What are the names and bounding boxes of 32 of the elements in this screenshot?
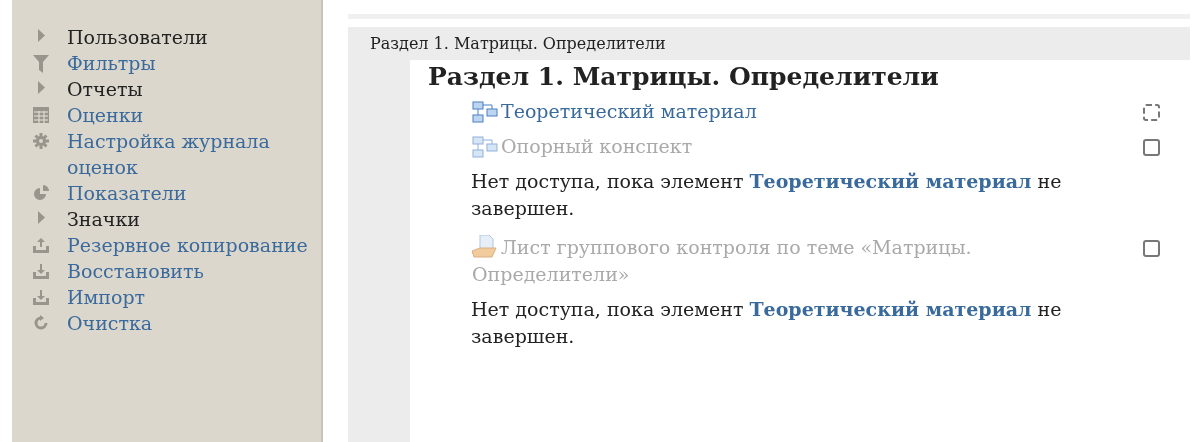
download-icon xyxy=(33,289,49,305)
document-tray-icon xyxy=(472,235,498,259)
sidebar-link[interactable]: Показатели xyxy=(67,180,317,206)
activity-link[interactable]: Опорный конспект xyxy=(428,133,693,160)
hierarchy-icon xyxy=(472,101,498,123)
completion-checkbox[interactable] xyxy=(1143,240,1160,257)
sidebar-link[interactable]: Фильтры xyxy=(67,50,317,76)
section-title: Раздел 1. Матрицы. Определители xyxy=(428,62,940,92)
hierarchy-icon xyxy=(472,136,498,158)
gear-icon xyxy=(33,133,49,149)
pie-chart-icon xyxy=(33,185,49,201)
sidebar-link[interactable]: Отчеты xyxy=(67,76,317,102)
restriction-message: Нет доступа, пока элемент Теоретический материал не завершен. xyxy=(471,169,1063,221)
restriction-message: Нет доступа, пока элемент Теоретический материал не завершен. xyxy=(471,297,1063,349)
activity-link[interactable]: Теоретический материал xyxy=(428,98,757,125)
sidebar-link[interactable]: Резервное копирование xyxy=(67,232,317,258)
activity-link[interactable]: Лист группового контроля по теме «Матрицы. Определители» xyxy=(428,234,1017,288)
sidebar-link[interactable]: Импорт xyxy=(67,284,317,310)
sidebar-link[interactable]: Оценки xyxy=(67,102,317,128)
download-icon xyxy=(33,263,49,279)
section-breadcrumb: Раздел 1. Матрицы. Определители xyxy=(369,33,667,55)
completion-checkbox[interactable] xyxy=(1143,139,1160,156)
upload-icon xyxy=(33,237,49,253)
refresh-icon xyxy=(33,315,49,331)
completion-checkbox[interactable] xyxy=(1143,104,1160,121)
sidebar-link[interactable]: Восстановить xyxy=(67,258,317,284)
sidebar-link[interactable]: Значки xyxy=(67,206,317,232)
sidebar-link[interactable]: Настройка журнала оценок xyxy=(67,128,317,180)
sidebar-link[interactable]: Пользователи xyxy=(67,24,317,50)
sidebar-link[interactable]: Очистка xyxy=(67,310,317,336)
filter-icon xyxy=(33,55,49,73)
table-icon xyxy=(33,107,49,123)
